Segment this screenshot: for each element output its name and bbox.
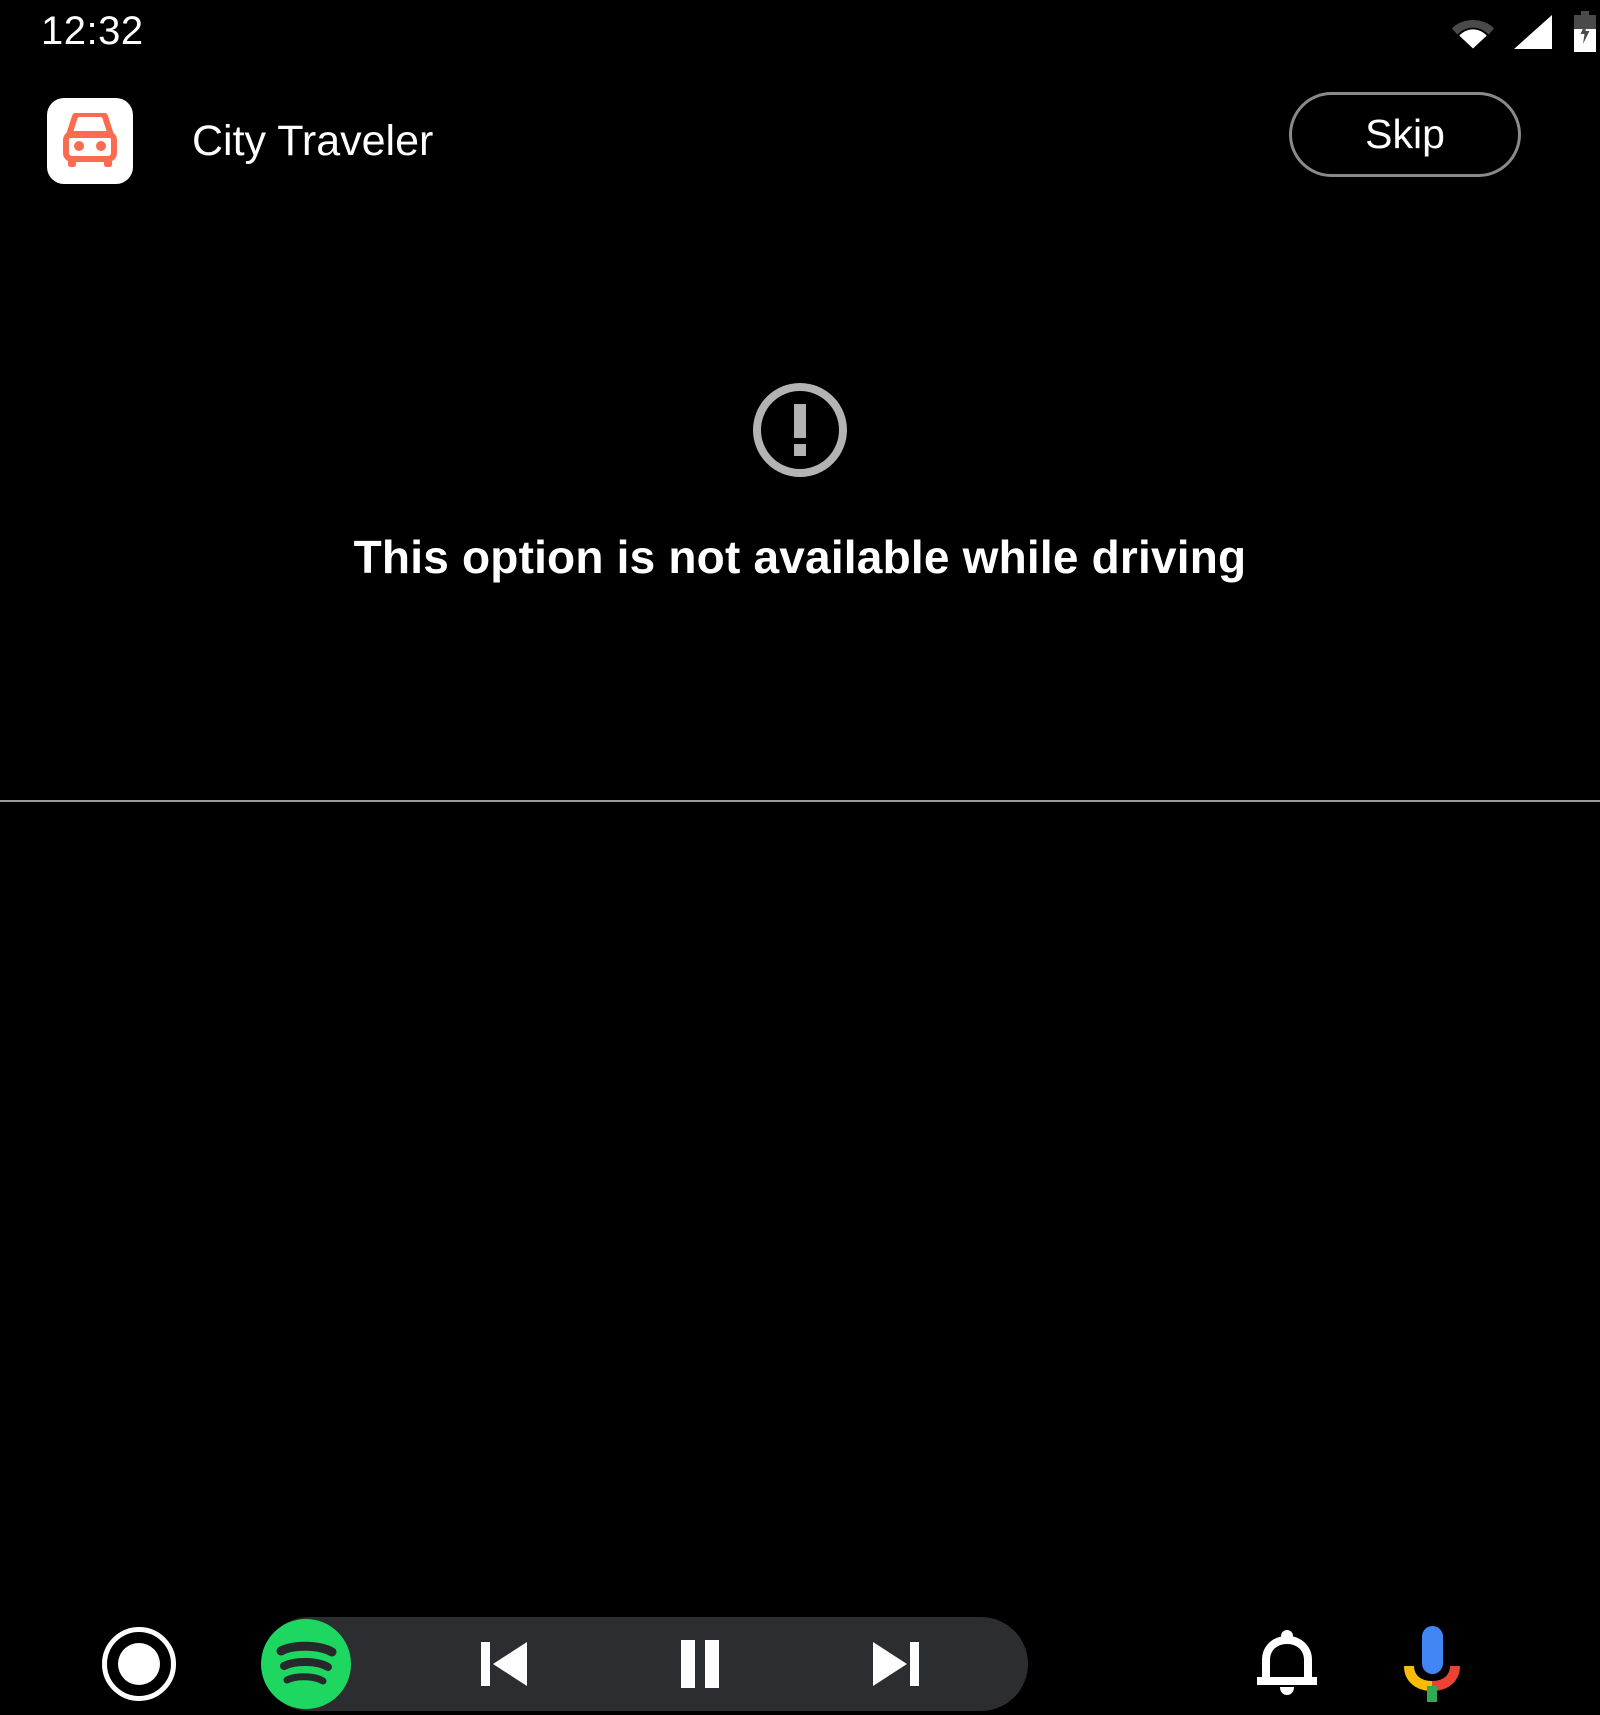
bell-icon (1257, 1630, 1317, 1695)
spotify-app-button[interactable] (258, 1616, 354, 1712)
skip-next-icon (873, 1642, 919, 1686)
spotify-icon (261, 1619, 351, 1709)
car-front-icon (63, 113, 117, 167)
microphone-icon (1404, 1626, 1460, 1702)
pause-button[interactable] (658, 1622, 742, 1706)
error-circle-icon (753, 382, 847, 477)
bottom-nav-bar (0, 802, 1600, 1711)
skip-button[interactable]: Skip (1289, 92, 1521, 177)
driving-restriction-message: This option is not available while drivi… (353, 530, 1247, 583)
previous-track-button[interactable] (462, 1622, 546, 1706)
car-app-icon (47, 98, 133, 184)
home-button[interactable] (102, 1627, 176, 1701)
pause-icon (681, 1640, 719, 1688)
status-clock: 12:32 (41, 9, 144, 53)
next-track-button[interactable] (854, 1622, 938, 1706)
app-header: City Traveler Skip (0, 78, 1600, 190)
status-icon-tray (1452, 11, 1600, 52)
cellular-signal-icon (1514, 15, 1552, 49)
status-bar: 12:32 (0, 0, 1600, 62)
app-title: City Traveler (192, 117, 434, 165)
notifications-button[interactable] (1249, 1624, 1325, 1704)
android-auto-screen: 12:32 City Traveler Skip This option is … (0, 0, 1600, 1711)
main-content: This option is not available while drivi… (0, 190, 1600, 801)
wifi-icon (1452, 20, 1494, 49)
battery-charging-icon (1574, 11, 1596, 52)
google-assistant-button[interactable] (1396, 1620, 1468, 1708)
skip-previous-icon (481, 1642, 527, 1686)
